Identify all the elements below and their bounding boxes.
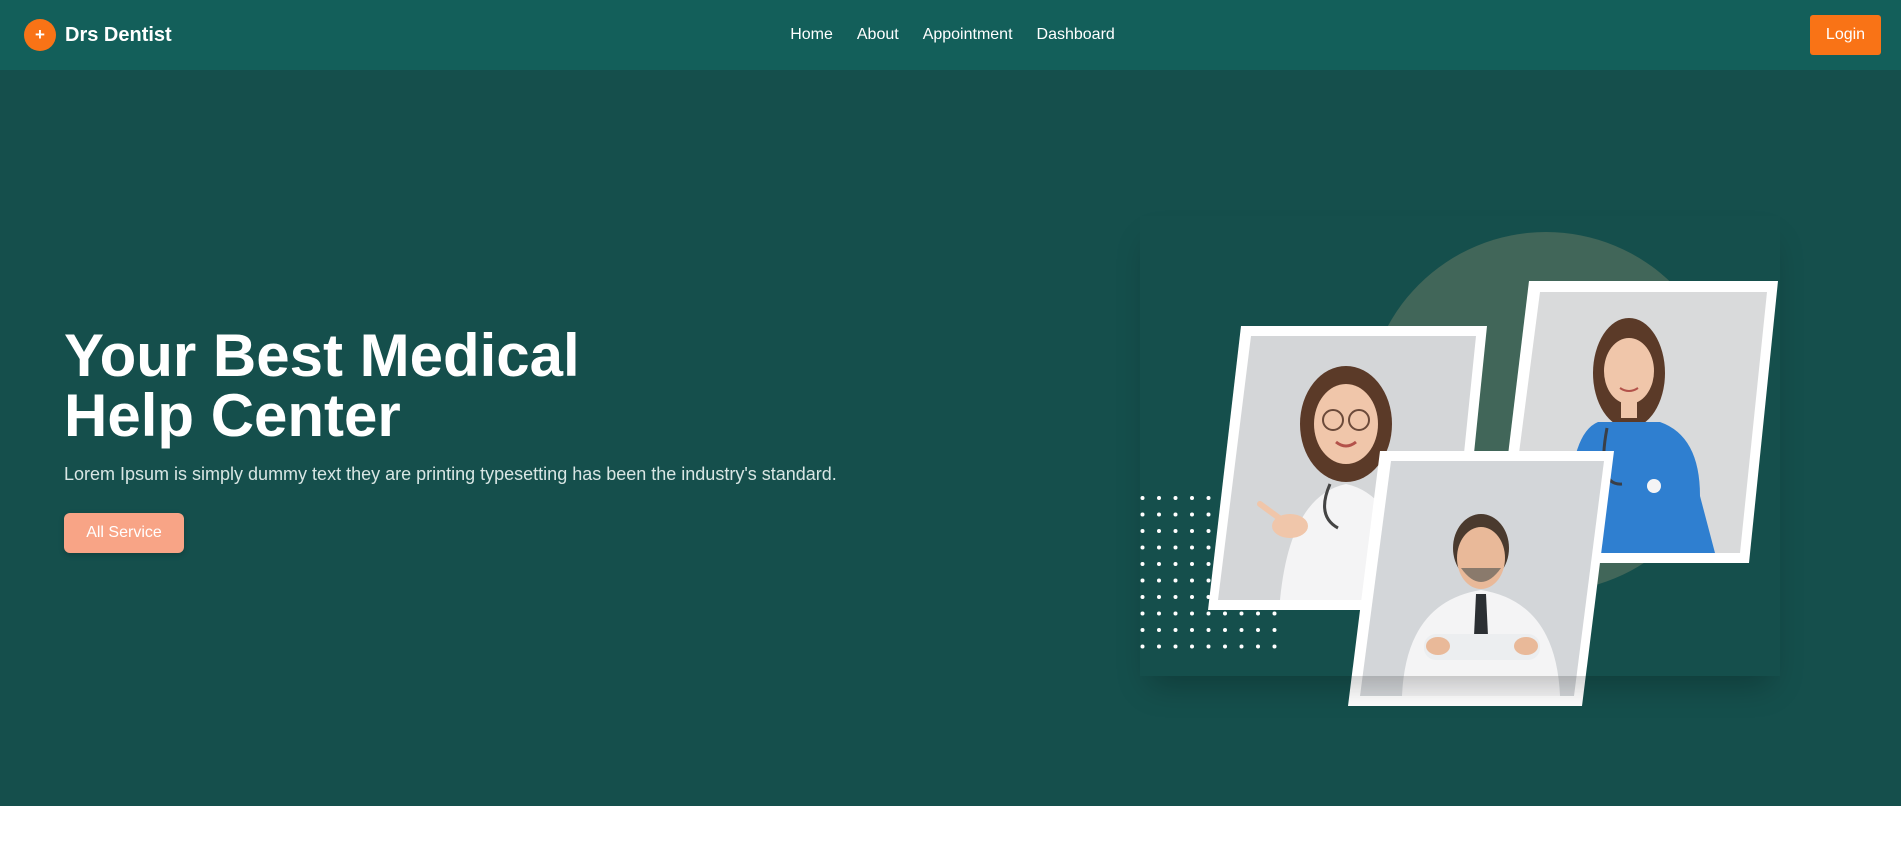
top-navbar: + Drs Dentist Home About Appointment Das… — [0, 0, 1901, 70]
nav-link-dashboard[interactable]: Dashboard — [1037, 26, 1115, 44]
nav-link-home[interactable]: Home — [790, 26, 833, 44]
main-nav: Home About Appointment Dashboard — [0, 0, 1901, 70]
brand[interactable]: + Drs Dentist — [24, 19, 172, 51]
hero-section: Your Best Medical Help Center Lorem Ipsu… — [0, 70, 1901, 806]
plus-icon: + — [24, 19, 56, 51]
login-button[interactable]: Login — [1810, 15, 1881, 55]
nav-link-about[interactable]: About — [857, 26, 899, 44]
hero-illustration — [1124, 166, 1780, 706]
hero-title-line-1: Your Best Medical — [64, 322, 580, 389]
illustration-shadow — [1140, 216, 1780, 676]
brand-name: Drs Dentist — [65, 23, 172, 46]
hero-title: Your Best Medical Help Center — [64, 326, 684, 446]
hero-subtitle: Lorem Ipsum is simply dummy text they ar… — [64, 464, 837, 484]
all-service-button[interactable]: All Service — [64, 513, 184, 553]
nav-link-appointment[interactable]: Appointment — [923, 26, 1013, 44]
hero-title-line-2: Help Center — [64, 382, 401, 449]
